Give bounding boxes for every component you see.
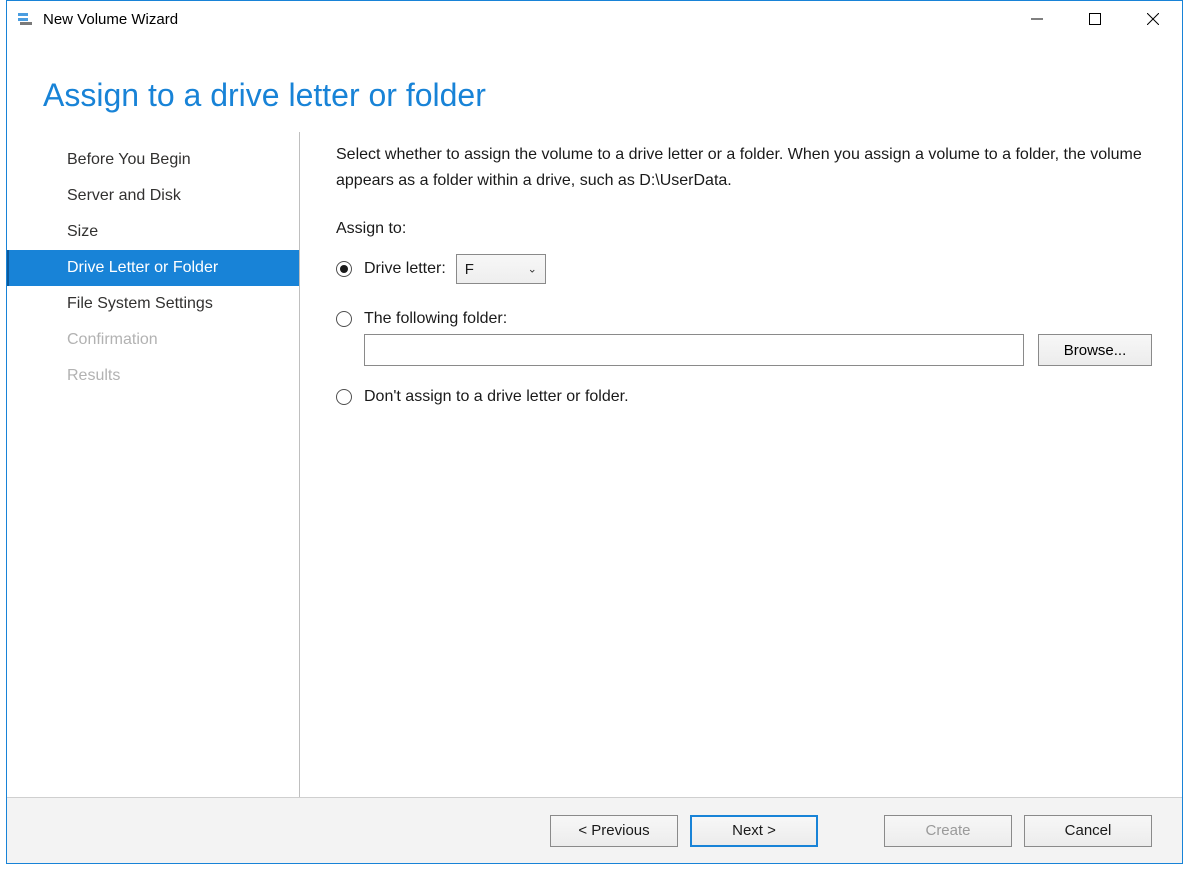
- wizard-footer: < Previous Next > Create Cancel: [7, 797, 1182, 863]
- create-button: Create: [884, 815, 1012, 847]
- wizard-body: Before You Begin Server and Disk Size Dr…: [7, 132, 1182, 797]
- step-results: Results: [7, 358, 299, 394]
- next-button[interactable]: Next >: [690, 815, 818, 847]
- option-none-row: Don't assign to a drive letter or folder…: [336, 388, 1152, 406]
- radio-drive-letter-label: Drive letter:: [364, 260, 446, 278]
- close-button[interactable]: [1124, 1, 1182, 37]
- instruction-text: Select whether to assign the volume to a…: [336, 142, 1152, 194]
- option-folder-row: The following folder:: [336, 310, 1152, 328]
- radio-none[interactable]: [336, 389, 352, 405]
- browse-button[interactable]: Browse...: [1038, 334, 1152, 366]
- previous-button[interactable]: < Previous: [550, 815, 678, 847]
- server-manager-icon: [17, 10, 35, 28]
- folder-input-row: Browse...: [336, 334, 1152, 366]
- minimize-button[interactable]: [1008, 1, 1066, 37]
- page-header: Assign to a drive letter or folder: [7, 37, 1182, 132]
- page-title: Assign to a drive letter or folder: [43, 77, 1146, 114]
- maximize-button[interactable]: [1066, 1, 1124, 37]
- drive-letter-select[interactable]: F ⌄: [456, 254, 546, 284]
- assign-to-label: Assign to:: [336, 220, 1152, 238]
- step-confirmation: Confirmation: [7, 322, 299, 358]
- step-before-you-begin[interactable]: Before You Begin: [7, 142, 299, 178]
- titlebar: New Volume Wizard: [7, 1, 1182, 37]
- wizard-content: Select whether to assign the volume to a…: [300, 132, 1182, 797]
- radio-folder[interactable]: [336, 311, 352, 327]
- step-server-and-disk[interactable]: Server and Disk: [7, 178, 299, 214]
- radio-none-label: Don't assign to a drive letter or folder…: [364, 388, 629, 406]
- wizard-steps-sidebar: Before You Begin Server and Disk Size Dr…: [7, 132, 300, 797]
- step-drive-letter-or-folder[interactable]: Drive Letter or Folder: [7, 250, 299, 286]
- radio-drive-letter[interactable]: [336, 261, 352, 277]
- window-buttons: [1008, 1, 1182, 37]
- folder-path-input[interactable]: [364, 334, 1024, 366]
- step-file-system-settings[interactable]: File System Settings: [7, 286, 299, 322]
- drive-letter-value: F: [465, 261, 474, 278]
- step-size[interactable]: Size: [7, 214, 299, 250]
- wizard-window: New Volume Wizard Assign to a drive lett…: [6, 0, 1183, 864]
- cancel-button[interactable]: Cancel: [1024, 815, 1152, 847]
- window-title: New Volume Wizard: [43, 11, 178, 28]
- option-drive-letter-row: Drive letter: F ⌄: [336, 254, 1152, 284]
- radio-folder-label: The following folder:: [364, 310, 507, 328]
- chevron-down-icon: ⌄: [528, 263, 537, 276]
